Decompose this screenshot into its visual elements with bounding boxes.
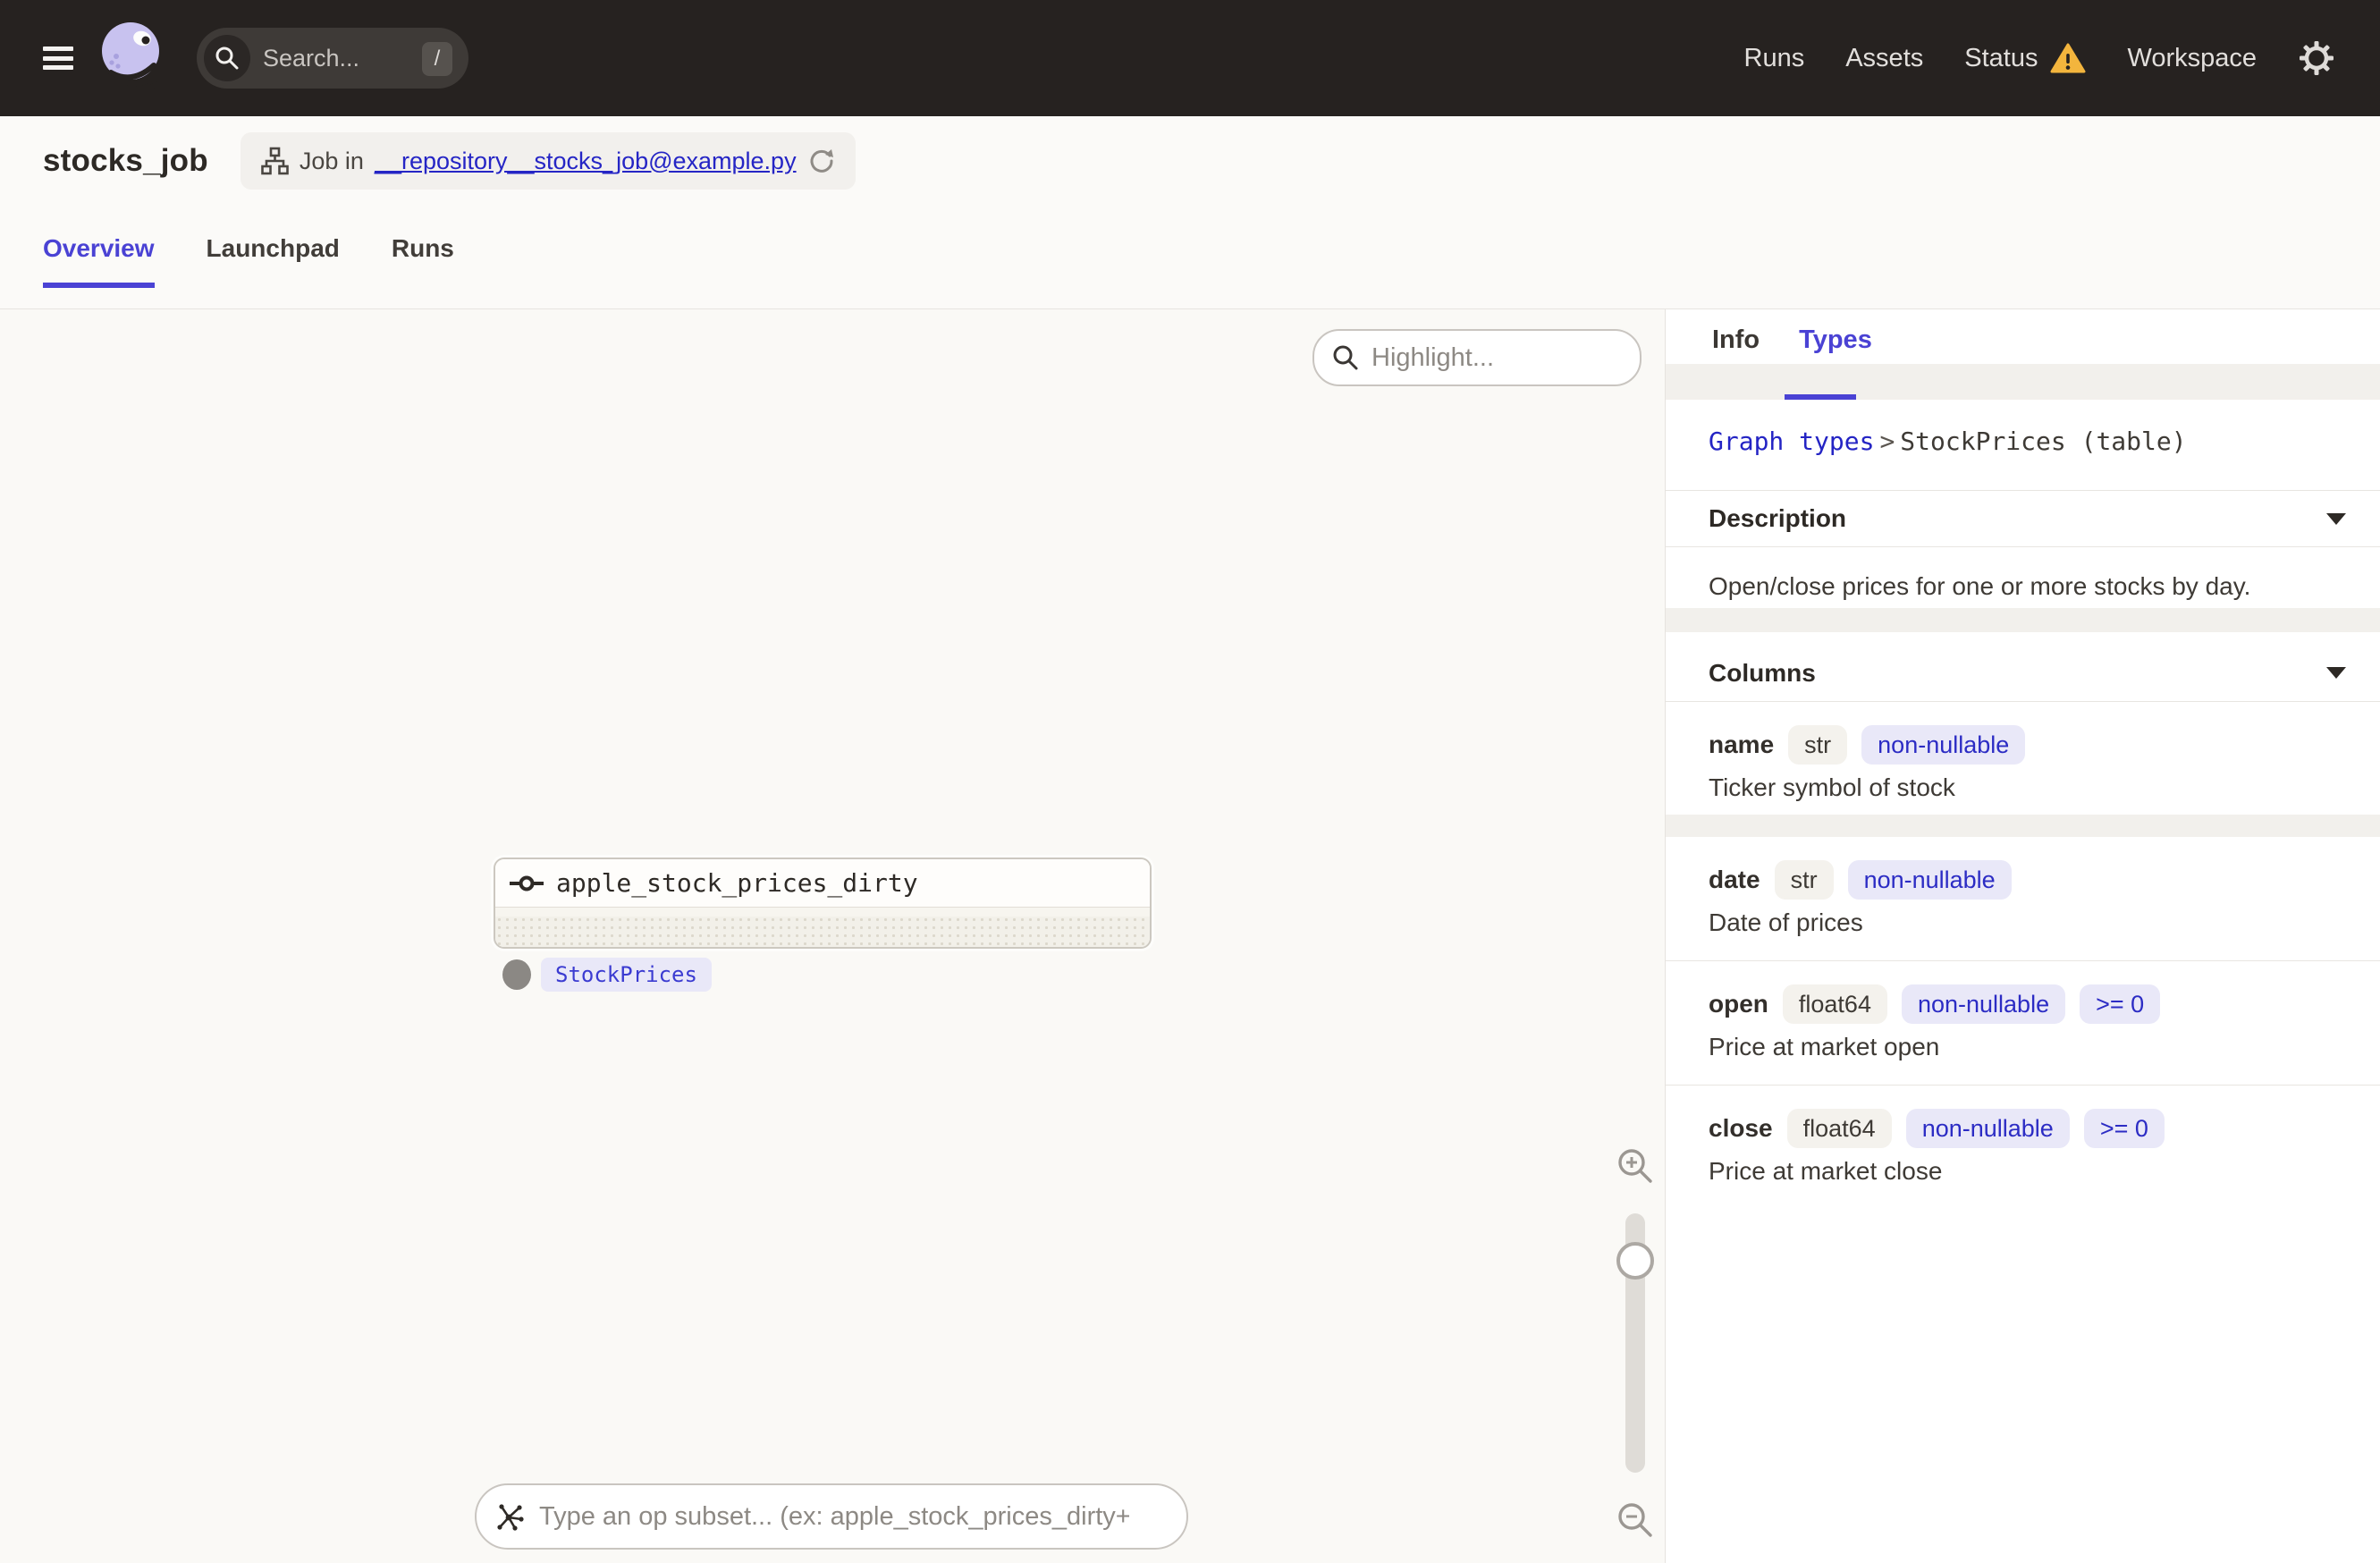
breadcrumb-current: StockPrices (table) bbox=[1900, 427, 2187, 456]
chevron-down-icon bbox=[2326, 667, 2346, 679]
column-row-open: open float64 non-nullable >= 0 Price at … bbox=[1666, 961, 2380, 1069]
constraint-badge: non-nullable bbox=[1861, 725, 2026, 765]
panel-tab-info[interactable]: Info bbox=[1712, 325, 1760, 355]
page-title: stocks_job bbox=[43, 143, 208, 178]
tab-overview[interactable]: Overview bbox=[43, 234, 155, 288]
type-badge: str bbox=[1788, 725, 1848, 765]
constraint-badge: non-nullable bbox=[1905, 1109, 2070, 1148]
column-name: close bbox=[1709, 1114, 1773, 1142]
column-description: Price at market close bbox=[1709, 1157, 1943, 1185]
breadcrumb-graph-types-link[interactable]: Graph types bbox=[1709, 427, 1874, 456]
menu-icon[interactable] bbox=[43, 46, 73, 70]
op-selector-icon bbox=[497, 1504, 524, 1531]
op-node-name: apple_stock_prices_dirty bbox=[556, 868, 918, 898]
constraint-badge: non-nullable bbox=[1847, 860, 2012, 900]
highlight-search[interactable] bbox=[1312, 329, 1642, 386]
highlight-search-icon bbox=[1333, 345, 1358, 370]
columns-section-title: Columns bbox=[1709, 658, 1816, 687]
column-name: open bbox=[1709, 990, 1768, 1018]
job-origin-pill: Job in __repository__stocks_job@example.… bbox=[240, 132, 856, 190]
tab-launchpad[interactable]: Launchpad bbox=[207, 234, 340, 288]
op-node-body bbox=[495, 908, 1150, 947]
type-side-panel: Info Types Graph types > StockPrices (tabl… bbox=[1665, 309, 2380, 1563]
type-badge: float64 bbox=[1786, 1109, 1892, 1148]
warning-icon bbox=[2050, 43, 2086, 73]
header-nav: Runs Assets Status Workspace bbox=[1744, 39, 2380, 77]
nav-status-group[interactable]: Status bbox=[1964, 42, 2086, 74]
type-breadcrumb: Graph types > StockPrices (table) bbox=[1709, 427, 2380, 456]
op-node[interactable]: apple_stock_prices_dirty bbox=[494, 858, 1152, 949]
op-subset-selector[interactable] bbox=[475, 1483, 1188, 1550]
settings-gear-icon[interactable] bbox=[2298, 39, 2335, 77]
column-name: date bbox=[1709, 866, 1760, 893]
nav-runs[interactable]: Runs bbox=[1744, 44, 1805, 73]
zoom-out-icon[interactable] bbox=[1615, 1500, 1656, 1541]
panel-tabs: Info Types bbox=[1666, 309, 2380, 364]
column-row-date: date str non-nullable Date of prices bbox=[1666, 837, 2380, 944]
job-repo-link[interactable]: __repository__stocks_job@example.py bbox=[375, 148, 797, 175]
breadcrumb-separator: > bbox=[1879, 427, 1895, 456]
row-spacer bbox=[1666, 815, 2380, 837]
app-header: / Runs Assets Status Workspace bbox=[0, 0, 2380, 116]
columns-section-header[interactable]: Columns bbox=[1666, 645, 2380, 702]
job-hierarchy-icon bbox=[261, 147, 289, 175]
constraint-badge: >= 0 bbox=[2083, 1109, 2165, 1148]
description-section-title: Description bbox=[1709, 504, 1847, 532]
job-pill-prefix: Job in bbox=[299, 147, 364, 174]
op-subset-input[interactable] bbox=[539, 1501, 1129, 1532]
op-output-port[interactable] bbox=[502, 959, 531, 990]
op-output-type-badge[interactable]: StockPrices bbox=[541, 958, 712, 992]
highlight-input[interactable] bbox=[1371, 342, 1586, 373]
section-spacer bbox=[1666, 608, 2380, 632]
nav-status[interactable]: Status bbox=[1964, 44, 2038, 73]
reload-icon[interactable] bbox=[807, 147, 836, 175]
active-tab-indicator bbox=[1785, 394, 1856, 400]
chevron-down-icon bbox=[2326, 512, 2346, 525]
job-title-row: stocks_job Job in __repository__stocks_j… bbox=[43, 132, 856, 190]
panel-tab-types[interactable]: Types bbox=[1799, 325, 1872, 355]
column-description: Price at market open bbox=[1709, 1033, 1940, 1060]
op-icon bbox=[510, 875, 544, 891]
column-row-close: close float64 non-nullable >= 0 Price at… bbox=[1666, 1086, 2380, 1193]
search-input[interactable] bbox=[263, 44, 397, 72]
job-tabs: Overview Launchpad Runs bbox=[43, 234, 454, 288]
type-badge: str bbox=[1774, 860, 1834, 900]
search-shortcut-key: / bbox=[422, 42, 452, 76]
zoom-slider[interactable] bbox=[1616, 1213, 1654, 1473]
description-section-header[interactable]: Description bbox=[1666, 490, 2380, 547]
nav-workspace[interactable]: Workspace bbox=[2127, 44, 2257, 73]
column-description: Ticker symbol of stock bbox=[1709, 773, 1955, 801]
zoom-slider-handle[interactable] bbox=[1616, 1242, 1654, 1280]
tab-runs[interactable]: Runs bbox=[392, 234, 454, 288]
dagster-logo-icon[interactable] bbox=[95, 17, 172, 99]
nav-assets[interactable]: Assets bbox=[1845, 44, 1923, 73]
graph-canvas[interactable]: apple_stock_prices_dirty StockPrices bbox=[0, 309, 2380, 1563]
column-row-name: name str non-nullable Ticker symbol of s… bbox=[1666, 702, 2380, 809]
description-text: Open/close prices for one or more stocks… bbox=[1709, 572, 2251, 600]
global-search[interactable]: / bbox=[197, 28, 468, 89]
column-name: name bbox=[1709, 731, 1775, 758]
search-icon bbox=[204, 35, 250, 81]
zoom-control bbox=[1606, 1145, 1665, 1541]
constraint-badge: non-nullable bbox=[1901, 984, 2066, 1024]
column-description: Date of prices bbox=[1709, 908, 1863, 936]
panel-tab-band bbox=[1666, 364, 2380, 400]
zoom-in-icon[interactable] bbox=[1615, 1145, 1656, 1187]
constraint-badge: >= 0 bbox=[2080, 984, 2161, 1024]
type-badge: float64 bbox=[1782, 984, 1887, 1024]
